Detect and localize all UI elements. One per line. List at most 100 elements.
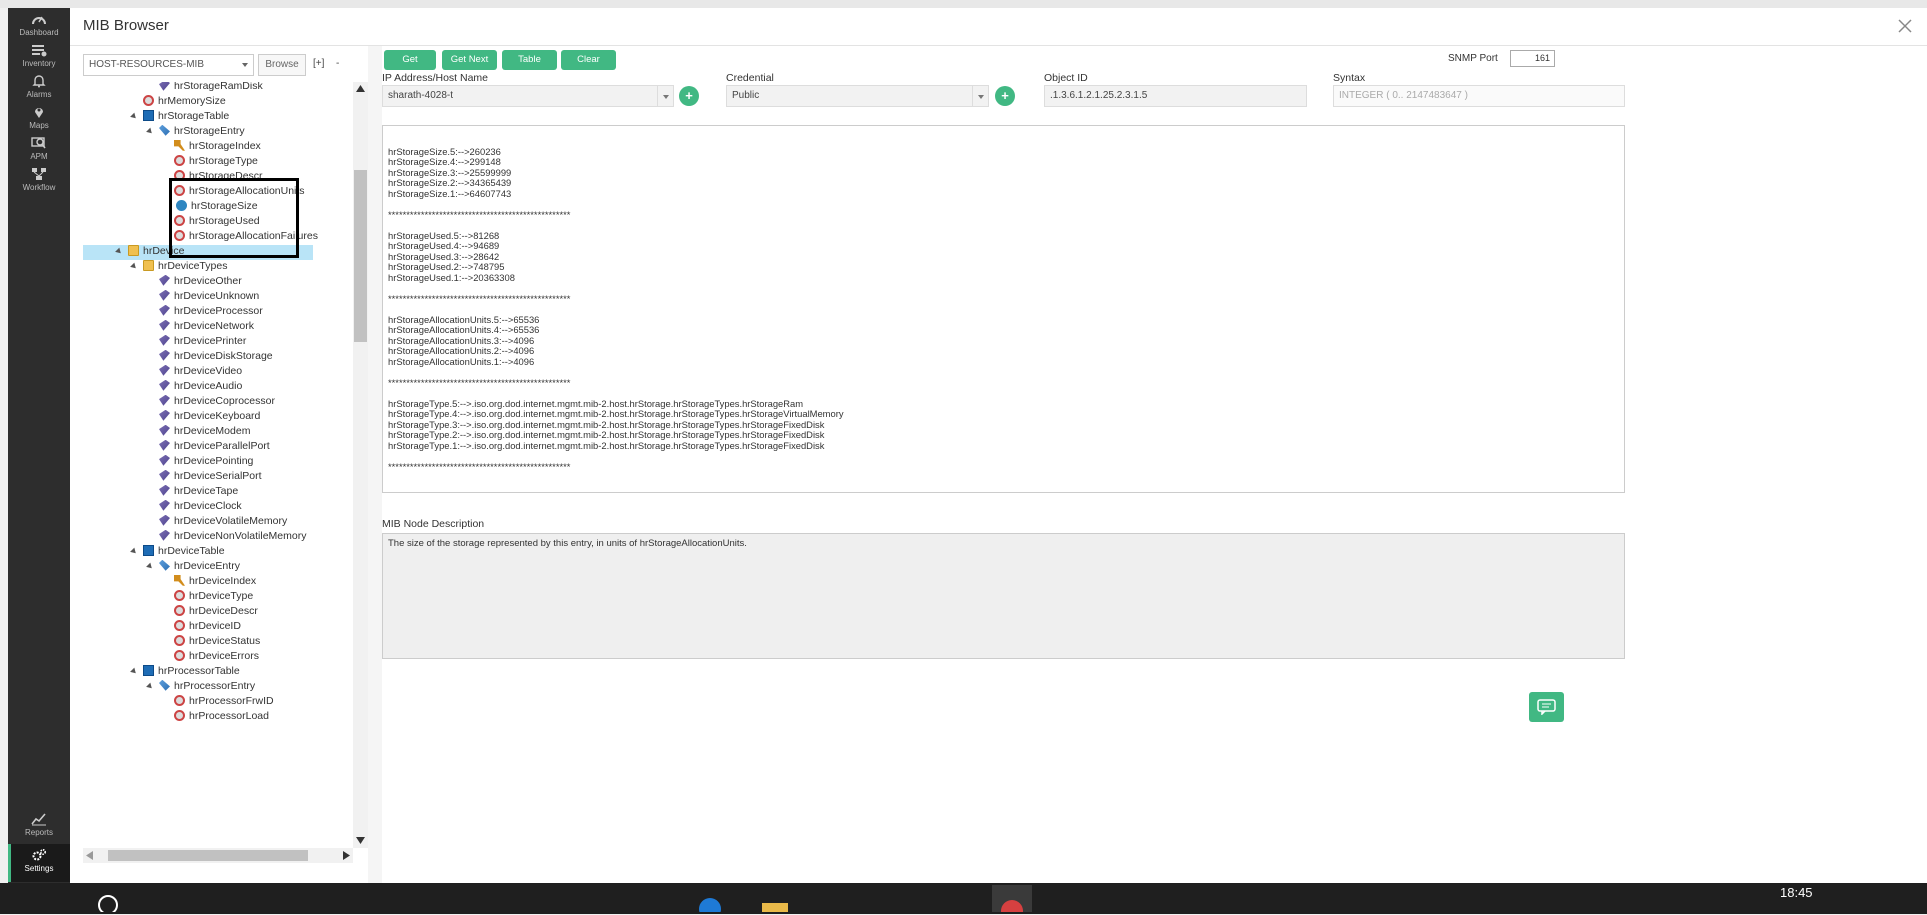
syntax-field: INTEGER ( 0.. 2147483647 ): [1333, 85, 1625, 107]
leaf-icon: [159, 514, 170, 526]
leaf-icon: [159, 409, 170, 421]
nav-settings[interactable]: Settings: [8, 844, 70, 882]
folder-icon: [143, 259, 154, 271]
collapse-all-button[interactable]: -: [336, 58, 339, 69]
search-icon[interactable]: [90, 885, 130, 915]
leaf-icon: [159, 379, 170, 391]
oid-input[interactable]: .1.3.6.1.2.1.25.2.3.1.5: [1044, 85, 1307, 107]
highlight-annotation-box: [169, 178, 299, 258]
gear-icon: [32, 848, 47, 861]
nav-label: APM: [30, 152, 48, 161]
snmp-port-input[interactable]: 161: [1510, 50, 1555, 67]
chevron-down-icon[interactable]: [657, 86, 673, 106]
expand-toggle-icon[interactable]: [130, 547, 138, 556]
ip-host-input[interactable]: sharath-4028-t: [382, 85, 674, 107]
chat-button[interactable]: [1529, 692, 1564, 722]
ip-label: IP Address/Host Name: [382, 72, 489, 84]
column-icon: [174, 604, 185, 616]
expand-toggle-icon[interactable]: [146, 562, 154, 571]
column-icon: [174, 619, 185, 631]
entry-icon: [159, 679, 170, 691]
workflow-icon: [32, 168, 46, 180]
get-next-button[interactable]: Get Next: [442, 50, 497, 70]
expand-all-button[interactable]: [+]: [313, 58, 324, 69]
dashboard-icon: [32, 16, 46, 25]
expand-toggle-icon[interactable]: [130, 667, 138, 676]
add-host-button[interactable]: +: [679, 86, 699, 106]
reports-icon: [31, 813, 46, 826]
header: MIB Browser: [70, 8, 1927, 46]
column-icon: [174, 589, 185, 601]
left-nav: Dashboard Inventory Alarms Maps APM Work…: [8, 8, 70, 883]
table-icon: [143, 109, 154, 121]
credential-select[interactable]: Public: [726, 85, 989, 107]
leaf-icon: [159, 274, 170, 286]
leaf-icon: [159, 394, 170, 406]
scrollbar-thumb[interactable]: [108, 850, 308, 861]
scrollbar-thumb[interactable]: [354, 170, 367, 342]
leaf-icon: [159, 82, 170, 91]
mib-browser-panel: MIB Browser HOST-RESOURCES-MIB Browse [+…: [70, 8, 1927, 883]
apm-icon: [31, 137, 46, 149]
inventory-icon: [32, 45, 47, 57]
leaf-icon: [159, 454, 170, 466]
leaf-icon: [159, 289, 170, 301]
map-pin-icon: [35, 108, 43, 118]
folder-icon[interactable]: [760, 885, 800, 913]
column-icon: [174, 709, 185, 721]
bell-icon: [32, 75, 46, 88]
nav-label: Alarms: [26, 90, 52, 99]
mib-tree-panel: HOST-RESOURCES-MIB Browse [+] - hrStorag…: [83, 54, 368, 883]
expand-toggle-icon[interactable]: [146, 682, 154, 691]
mib-select[interactable]: HOST-RESOURCES-MIB: [83, 54, 254, 76]
nav-reports[interactable]: Reports: [8, 808, 70, 846]
leaf-icon: [159, 349, 170, 361]
expand-toggle-icon[interactable]: [130, 112, 138, 121]
leaf-icon: [159, 484, 170, 496]
syntax-label: Syntax: [1333, 72, 1366, 84]
nav-label: Dashboard: [19, 28, 59, 37]
leaf-icon: [159, 424, 170, 436]
browse-button[interactable]: Browse: [258, 54, 306, 76]
scroll-right-icon[interactable]: [343, 851, 350, 860]
tree-vertical-scrollbar[interactable]: [353, 82, 368, 848]
start-icon[interactable]: [10, 885, 50, 912]
leaf-icon: [159, 364, 170, 376]
clear-button[interactable]: Clear: [561, 50, 616, 70]
leaf-icon: [159, 469, 170, 481]
nav-label: Maps: [29, 121, 49, 130]
scroll-left-icon[interactable]: [86, 851, 93, 860]
browser-icon[interactable]: [695, 885, 735, 915]
chat-icon: [1537, 699, 1556, 715]
column-icon: [174, 694, 185, 706]
leaf-icon: [159, 439, 170, 451]
scroll-down-icon[interactable]: [356, 837, 365, 844]
leaf-icon: [159, 304, 170, 316]
scroll-up-icon[interactable]: [356, 85, 365, 92]
clock-time: 18:45: [1780, 885, 1813, 900]
tree-node[interactable]: hrProcessorLoad: [174, 708, 269, 725]
chevron-down-icon[interactable]: [972, 86, 988, 106]
query-output[interactable]: hrStorageSize.5:-->260236 hrStorageSize.…: [382, 125, 1625, 493]
nav-label: Inventory: [22, 59, 56, 68]
table-button[interactable]: Table: [502, 50, 557, 70]
leaf-icon: [159, 499, 170, 511]
expand-toggle-icon[interactable]: [146, 127, 154, 136]
column-icon: [174, 634, 185, 646]
key-icon: [174, 139, 185, 151]
add-credential-button[interactable]: +: [995, 86, 1015, 106]
nav-workflow[interactable]: Workflow: [8, 163, 70, 201]
expand-toggle-icon[interactable]: [130, 262, 138, 271]
column-icon: [174, 649, 185, 661]
mib-tree: hrStorageRamDisk hrMemorySize hrStorageT…: [83, 82, 348, 848]
entry-icon: [159, 124, 170, 136]
table-icon: [143, 544, 154, 556]
get-button[interactable]: Get: [384, 50, 436, 70]
app-icon[interactable]: [992, 885, 1032, 915]
description-label: MIB Node Description: [382, 518, 485, 530]
folder-icon: [128, 244, 139, 256]
close-icon[interactable]: [1895, 16, 1915, 36]
key-icon: [174, 574, 185, 586]
tree-horizontal-scrollbar[interactable]: [83, 848, 353, 863]
panel-divider: [368, 46, 382, 883]
